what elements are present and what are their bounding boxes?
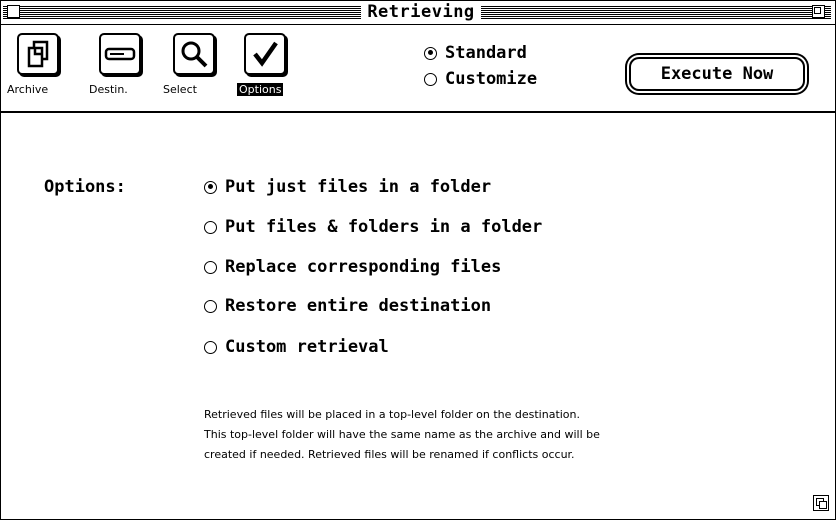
title-stripes-left <box>3 6 361 19</box>
options-heading: Options: <box>44 177 126 197</box>
radio-off-icon <box>204 340 217 354</box>
option-restore-entire[interactable]: Restore entire destination <box>204 296 491 316</box>
retrieving-window: Retrieving Archive Destin. Select Option… <box>0 0 836 520</box>
select-tool-button[interactable]: Select <box>163 33 227 103</box>
toolbar: Archive Destin. Select Options Standard … <box>1 25 835 113</box>
option-custom-retrieval[interactable]: Custom retrieval <box>204 337 389 357</box>
mode-customize-label: Customize <box>445 69 538 89</box>
radio-off-icon <box>204 299 217 313</box>
description-line: created if needed. Retrieved files will … <box>204 448 575 461</box>
checkmark-icon <box>244 33 286 75</box>
resize-grow-box[interactable] <box>813 495 829 511</box>
option-label: Replace corresponding files <box>225 257 502 277</box>
archive-tool-button[interactable]: Archive <box>7 33 71 103</box>
option-label: Restore entire destination <box>225 296 492 316</box>
title-bar[interactable]: Retrieving <box>1 1 835 25</box>
title-stripes-right <box>481 6 831 19</box>
execute-now-button[interactable]: Execute Now <box>629 57 805 91</box>
description-line: This top-level folder will have the same… <box>204 428 600 441</box>
option-label: Put just files in a folder <box>225 177 492 197</box>
mode-radio-standard[interactable]: Standard <box>424 43 527 63</box>
radio-on-icon <box>424 46 437 60</box>
destination-tool-button[interactable]: Destin. <box>89 33 153 103</box>
option-put-files-and-folders[interactable]: Put files & folders in a folder <box>204 217 542 237</box>
radio-off-icon <box>204 260 217 274</box>
radio-on-icon <box>204 180 217 194</box>
option-label: Put files & folders in a folder <box>225 217 543 237</box>
options-label-selected: Options <box>237 83 284 96</box>
window-title: Retrieving <box>363 2 479 22</box>
option-replace-corresponding[interactable]: Replace corresponding files <box>204 257 501 277</box>
archive-label: Archive <box>7 83 49 96</box>
destination-label: Destin. <box>89 83 128 96</box>
radio-off-icon <box>204 220 217 234</box>
magnifier-icon <box>173 33 215 75</box>
description-line: Retrieved files will be placed in a top-… <box>204 408 581 421</box>
options-tool-button[interactable]: Options <box>237 33 298 103</box>
execute-now-label: Execute Now <box>660 64 774 84</box>
option-label: Custom retrieval <box>225 337 389 357</box>
mode-standard-label: Standard <box>445 43 527 63</box>
destination-icon <box>99 33 141 75</box>
archive-icon <box>17 33 59 75</box>
option-description: Retrieved files will be placed in a top-… <box>204 405 764 465</box>
mode-radio-customize[interactable]: Customize <box>424 69 537 89</box>
close-box[interactable] <box>7 5 20 18</box>
option-put-just-files[interactable]: Put just files in a folder <box>204 177 491 197</box>
select-label: Select <box>163 83 197 96</box>
zoom-box[interactable] <box>812 5 825 18</box>
radio-off-icon <box>424 72 437 86</box>
